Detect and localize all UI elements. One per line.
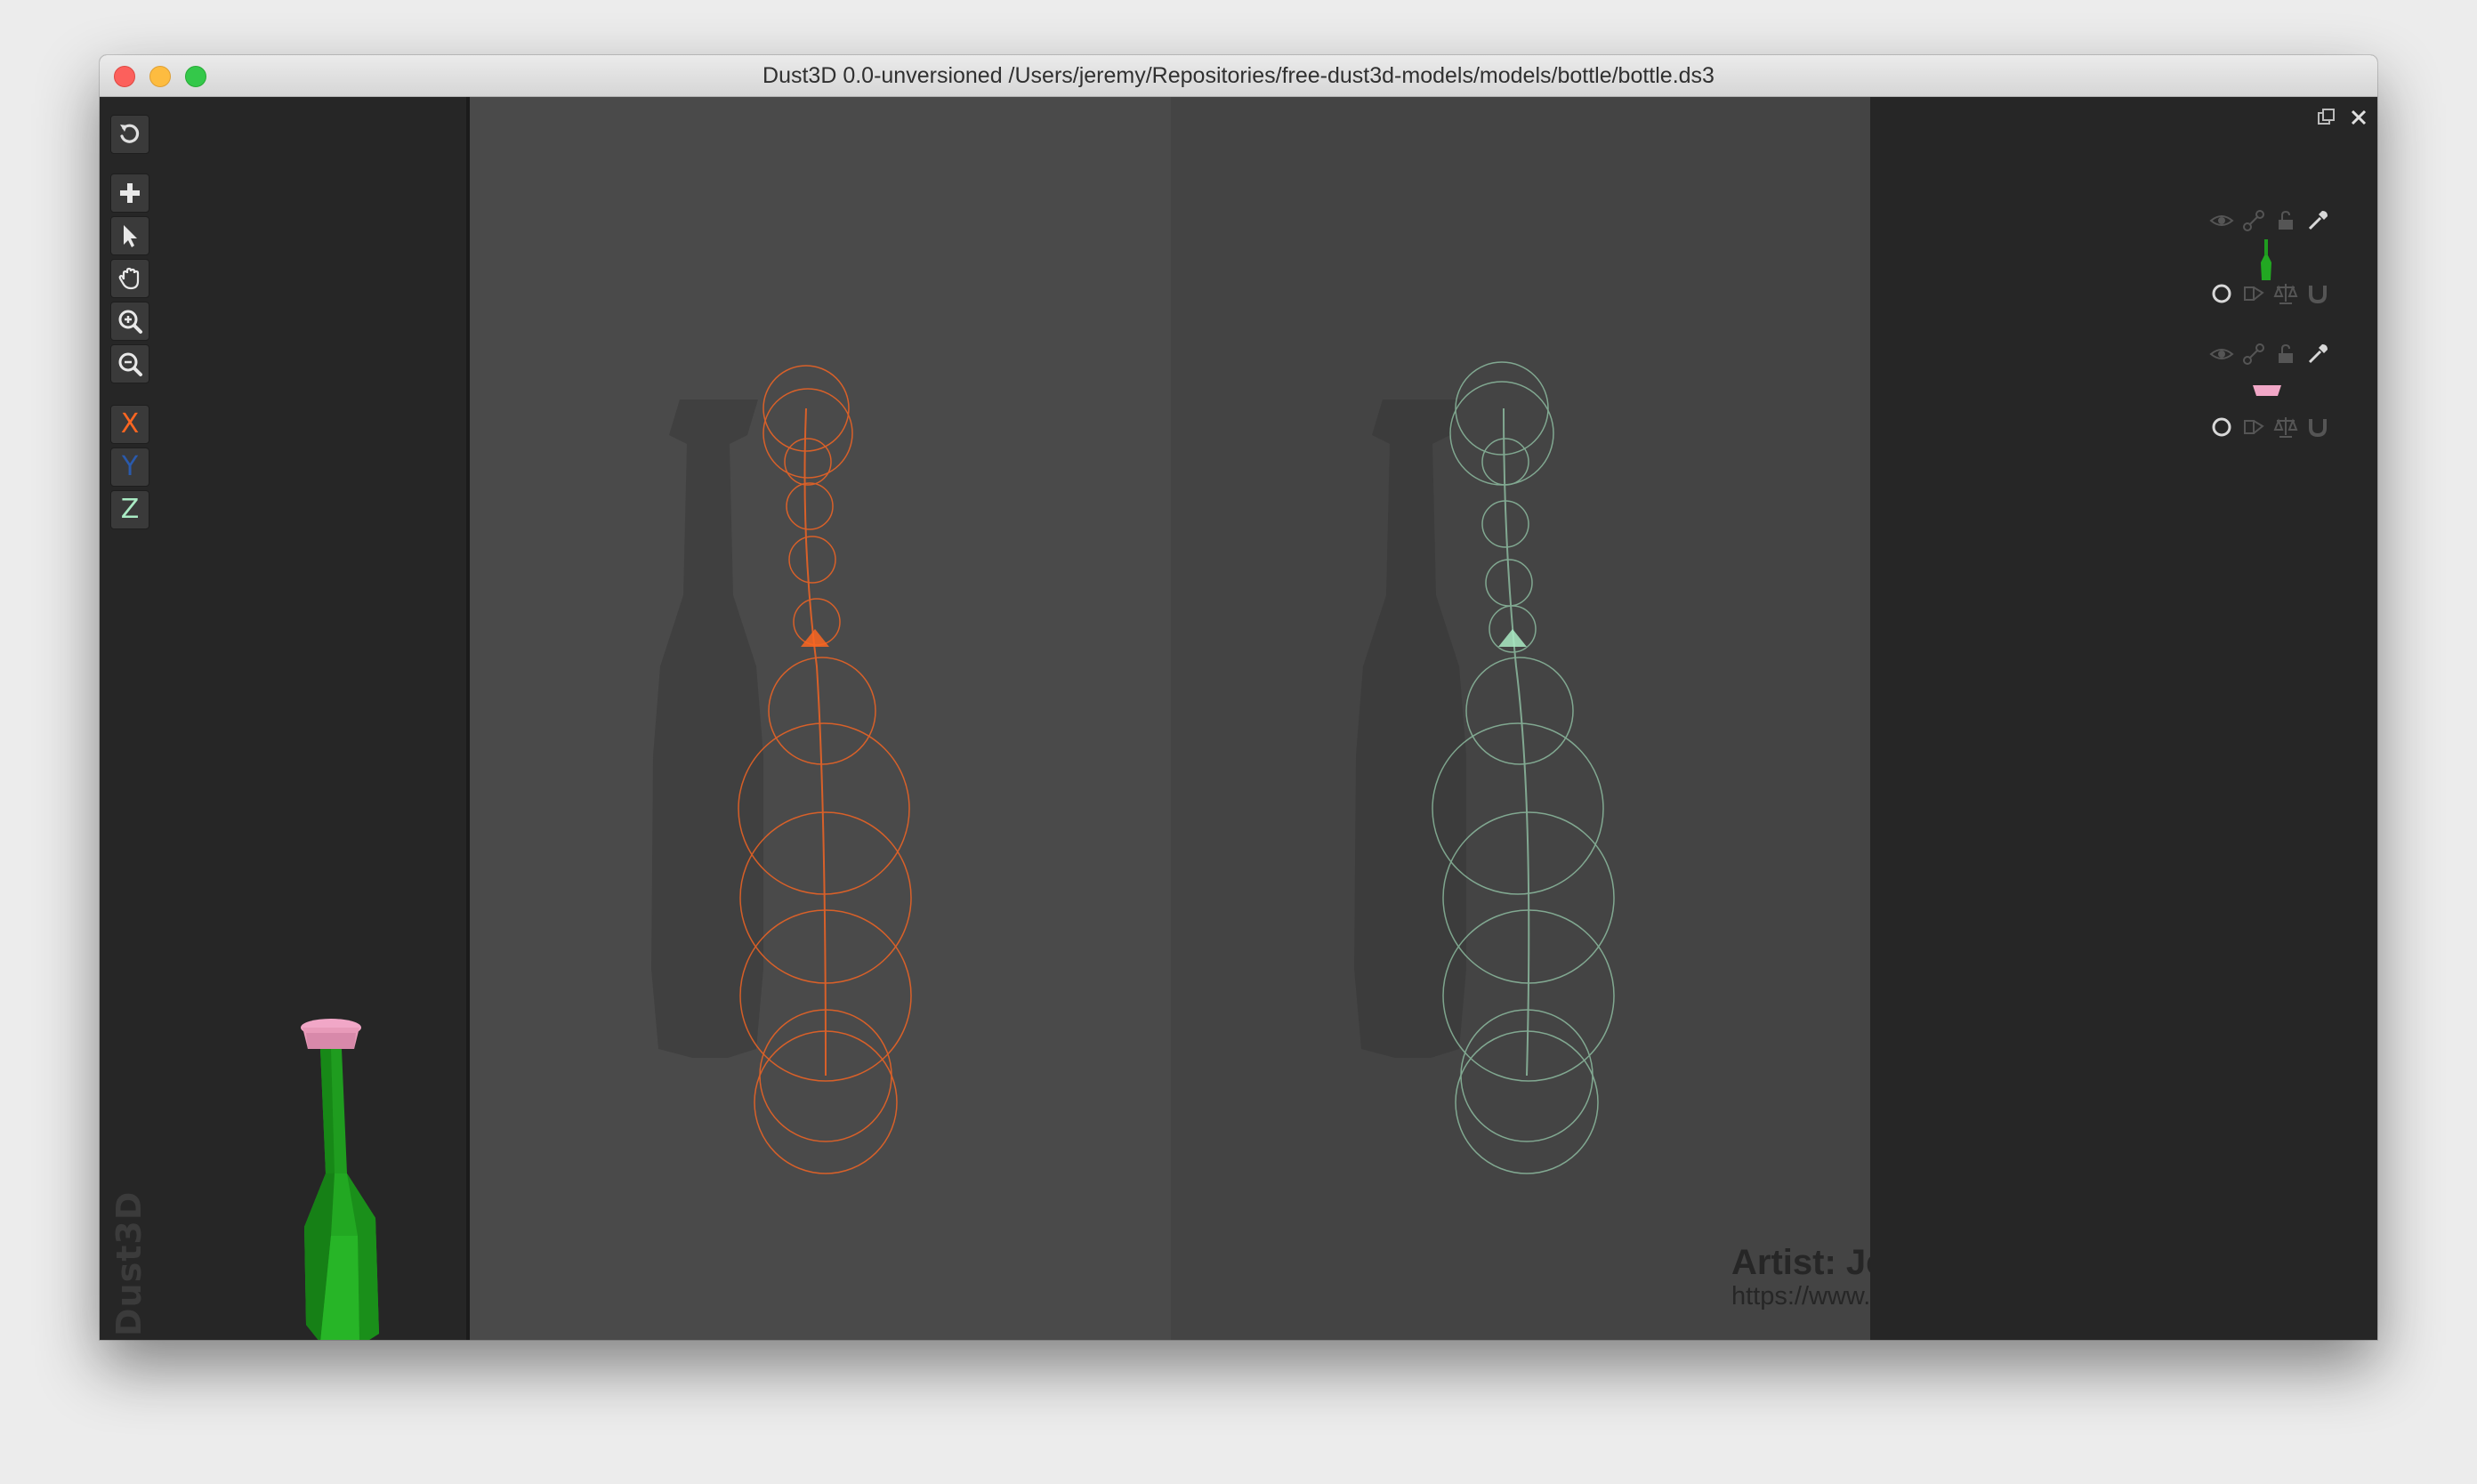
- skeleton-canvas[interactable]: Artist: Jessica https://www.instagram.co…: [470, 97, 2275, 1340]
- y-axis-label: Y: [121, 451, 139, 482]
- parts-panel: [1870, 97, 2377, 1340]
- left-panel: X Y Z Dust3D: [100, 97, 470, 1340]
- y-axis-lock-button[interactable]: Y: [110, 448, 149, 487]
- zoom-out-icon: [118, 352, 142, 376]
- skeleton-overlay[interactable]: [470, 97, 1870, 1340]
- window-title: Dust3D 0.0-unversioned /Users/jeremy/Rep…: [762, 63, 1715, 88]
- z-axis-label: Z: [120, 494, 140, 525]
- side-reference-silhouette: [1354, 399, 1466, 1058]
- eye-icon[interactable]: [2208, 207, 2235, 234]
- dust3d-brand: Dust3D: [105, 1190, 158, 1336]
- select-button[interactable]: [110, 216, 149, 255]
- balance-icon[interactable]: [2272, 414, 2299, 440]
- balance-icon[interactable]: [2272, 280, 2299, 307]
- green-bottle-thumbnail[interactable]: [2260, 239, 2272, 280]
- zoom-in-icon: [118, 310, 142, 334]
- mirror-icon[interactable]: [2240, 280, 2267, 307]
- z-axis-lock-button[interactable]: Z: [110, 490, 149, 529]
- eyedropper-icon[interactable]: [2304, 207, 2331, 234]
- app-window: Dust3D 0.0-unversioned /Users/jeremy/Rep…: [100, 55, 2377, 1340]
- undo-icon: [120, 124, 140, 143]
- main-content: X Y Z Dust3D Artist: Jessica: [100, 97, 2377, 1340]
- lock-icon[interactable]: [2272, 207, 2299, 234]
- magnet-icon[interactable]: [2304, 414, 2331, 440]
- drag-button[interactable]: [110, 259, 149, 298]
- pointer-icon: [124, 225, 137, 247]
- mirror-icon[interactable]: [2240, 414, 2267, 440]
- plus-icon: [120, 183, 140, 203]
- zoom-out-button[interactable]: [110, 344, 149, 383]
- float-panel-icon[interactable]: [2315, 106, 2338, 129]
- front-reference-silhouette: [651, 399, 763, 1058]
- title-bar: Dust3D 0.0-unversioned /Users/jeremy/Rep…: [100, 55, 2377, 97]
- side-selected-node[interactable]: [1498, 629, 1527, 647]
- zoom-in-button[interactable]: [110, 302, 149, 341]
- magnet-icon[interactable]: [2304, 280, 2331, 307]
- radio-icon[interactable]: [2208, 280, 2235, 307]
- brand-text: Dust3D: [109, 1190, 149, 1336]
- eye-icon[interactable]: [2208, 341, 2235, 367]
- add-button[interactable]: [110, 173, 149, 213]
- lock-icon[interactable]: [2272, 341, 2299, 367]
- pink-cap-thumbnail[interactable]: [2249, 382, 2285, 398]
- cap-shade: [306, 1033, 356, 1049]
- x-axis-lock-button[interactable]: X: [110, 405, 149, 444]
- radio-icon[interactable]: [2208, 414, 2235, 440]
- hand-icon: [118, 267, 140, 290]
- eyedropper-icon[interactable]: [2304, 341, 2331, 367]
- link-icon[interactable]: [2240, 207, 2267, 234]
- model-preview[interactable]: [260, 996, 402, 1340]
- close-panel-icon[interactable]: [2347, 106, 2370, 129]
- link-icon[interactable]: [2240, 341, 2267, 367]
- undo-button[interactable]: [110, 115, 149, 154]
- front-skeleton[interactable]: [738, 365, 912, 1174]
- x-axis-label: X: [120, 408, 140, 440]
- front-selected-node[interactable]: [801, 629, 829, 647]
